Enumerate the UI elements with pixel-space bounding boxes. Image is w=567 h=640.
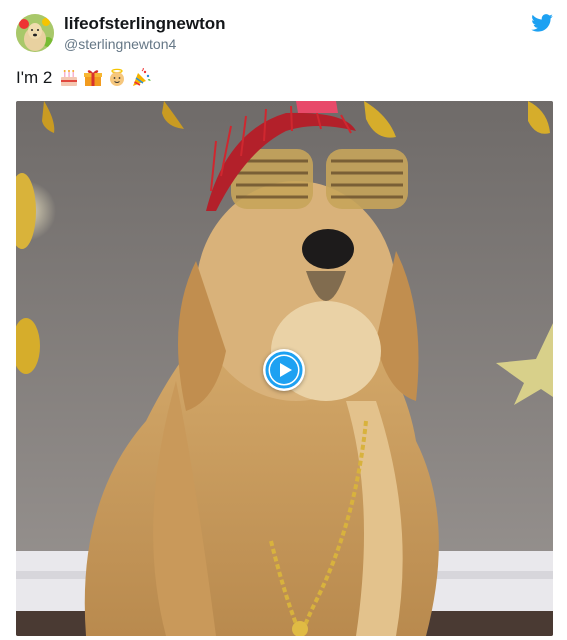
tweet-text: I'm 2 <box>16 68 151 88</box>
baby-angel-icon <box>110 68 125 86</box>
video-media[interactable] <box>16 101 553 636</box>
party-popper-icon <box>133 68 151 86</box>
play-button[interactable] <box>263 349 305 391</box>
avatar-image <box>16 14 54 52</box>
wrapped-gift-icon <box>84 70 103 86</box>
display-name[interactable]: lifeofsterlingnewton <box>64 14 226 34</box>
avatar[interactable] <box>16 14 54 52</box>
play-icon <box>265 351 303 389</box>
tweet-text-content: I'm 2 <box>16 68 53 87</box>
twitter-bird-icon[interactable] <box>531 14 553 32</box>
tweet-card: lifeofsterlingnewton @sterlingnewton4 I'… <box>0 0 567 640</box>
user-handle[interactable]: @sterlingnewton4 <box>64 36 176 52</box>
birthday-cake-icon <box>61 70 78 86</box>
